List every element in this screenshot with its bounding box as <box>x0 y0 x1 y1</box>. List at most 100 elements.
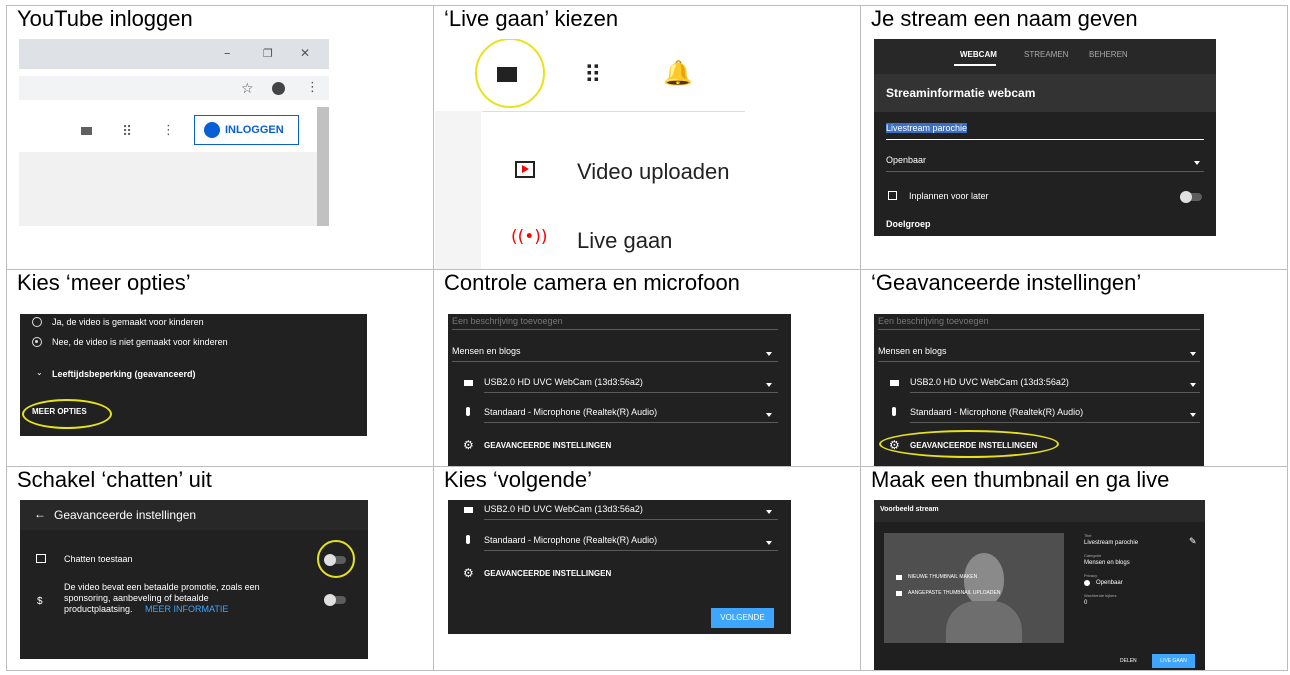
bell-icon[interactable]: 🔔 <box>663 59 693 87</box>
go-live-item[interactable]: Live gaan <box>577 228 672 254</box>
cell-title: ‘Live gaan’ kiezen <box>444 6 619 31</box>
more-options-button[interactable]: MEER OPTIES <box>32 407 87 416</box>
caret-down-icon <box>766 413 772 417</box>
allow-chat-toggle[interactable] <box>324 554 346 566</box>
microphone-icon <box>466 535 470 544</box>
restore-button[interactable]: ❐ <box>263 47 273 60</box>
back-arrow-icon[interactable]: ← <box>34 507 46 521</box>
category-select[interactable]: Mensen en blogs <box>878 346 947 356</box>
video-camera-icon[interactable] <box>81 127 92 135</box>
screenshot-advanced-settings: Een beschrijving toevoegen Mensen en blo… <box>874 314 1204 466</box>
camera-select[interactable]: USB2.0 HD UVC WebCam (13d3:56a2) <box>484 504 643 514</box>
more-icon[interactable]: ⋮ <box>306 80 319 95</box>
tab-streamen[interactable]: STREAMEN <box>1024 50 1068 59</box>
camera-select[interactable]: USB2.0 HD UVC WebCam (13d3:56a2) <box>484 377 643 387</box>
schedule-toggle[interactable] <box>1180 191 1202 203</box>
waiting-viewers-label: Wachtende kijkers <box>1084 593 1117 598</box>
microphone-select[interactable]: Standaard - Microphone (Realtek(R) Audio… <box>484 407 657 417</box>
chevron-down-icon: ⌄ <box>36 368 43 377</box>
user-circle-icon <box>204 122 220 138</box>
microphone-select[interactable]: Standaard - Microphone (Realtek(R) Audio… <box>484 535 657 545</box>
caret-down-icon <box>766 352 772 356</box>
go-live-button[interactable]: LIVE GAAN <box>1152 654 1195 668</box>
cell-title: Kies ‘meer opties’ <box>17 270 191 295</box>
tab-underline <box>954 64 996 66</box>
cell-title: Je stream een naam geven <box>871 6 1138 31</box>
title-label: Titel <box>1084 533 1092 538</box>
microphone-icon <box>892 407 896 416</box>
webcam-preview: NIEUWE THUMBNAIL MAKEN AANGEPASTE THUMBN… <box>884 533 1064 643</box>
create-video-icon[interactable] <box>497 67 517 82</box>
globe-icon <box>1084 580 1090 586</box>
cell-go-live: ‘Live gaan’ kiezen ⠿ 🔔 Video uploaden ((… <box>433 5 861 270</box>
caret-down-icon <box>1190 352 1196 356</box>
tab-webcam[interactable]: WEBCAM <box>960 50 997 59</box>
new-thumbnail-button[interactable]: NIEUWE THUMBNAIL MAKEN <box>908 574 977 580</box>
next-button[interactable]: VOLGENDE <box>711 608 774 628</box>
paid-promo-line-3: productplaatsing. <box>64 604 133 614</box>
screenshot-next: USB2.0 HD UVC WebCam (13d3:56a2) Standaa… <box>448 500 791 634</box>
cell-stream-name: Je stream een naam geven WEBCAM STREAMEN… <box>860 5 1288 270</box>
login-label: INLOGGEN <box>225 124 284 136</box>
paid-promo-toggle[interactable] <box>324 594 346 606</box>
radio-selected[interactable] <box>32 337 42 347</box>
more-vertical-icon[interactable]: ⋮ <box>162 123 175 138</box>
privacy-label: Privacy <box>1084 573 1098 578</box>
star-icon[interactable]: ☆ <box>241 81 254 97</box>
stream-preview-heading: Voorbeeld stream <box>880 506 939 513</box>
description-input[interactable]: Een beschrijving toevoegen <box>878 316 989 326</box>
advanced-settings-heading: Geavanceerde instellingen <box>54 508 197 522</box>
cell-more-options: Kies ‘meer opties’ Ja, de video is gemaa… <box>6 269 434 467</box>
stream-title-input[interactable]: Livestream parochie <box>886 123 968 133</box>
audience-heading: Doelgroep <box>886 219 931 229</box>
gear-icon: ⚙ <box>889 438 900 452</box>
stream-info-heading: Streaminformatie webcam <box>886 86 1036 100</box>
screenshot-go-live: ⠿ 🔔 Video uploaden ((•)) Live gaan <box>435 39 745 269</box>
advanced-settings-button[interactable]: GEAVANCEERDE INSTELLINGEN <box>910 441 1037 450</box>
edit-pencil-icon[interactable]: ✎ <box>1189 536 1197 547</box>
waiting-viewers-value: 0 <box>1084 600 1088 606</box>
description-input[interactable]: Een beschrijving toevoegen <box>452 316 563 326</box>
chat-off-icon <box>36 554 46 563</box>
category-select[interactable]: Mensen en blogs <box>452 346 521 356</box>
scrollbar[interactable] <box>317 107 329 226</box>
microphone-select[interactable]: Standaard - Microphone (Realtek(R) Audio… <box>910 407 1083 417</box>
cell-title: Kies ‘volgende’ <box>444 467 592 492</box>
paid-promo-line-1: De video bevat een betaalde promotie, zo… <box>64 582 260 592</box>
caret-down-icon <box>1194 161 1200 165</box>
play-triangle-icon <box>522 165 529 173</box>
upload-thumbnail-button[interactable]: AANGEPASTE THUMBNAIL UPLOADEN <box>908 590 1000 596</box>
cell-thumbnail-live: Maak een thumbnail en ga live Voorbeeld … <box>860 466 1288 671</box>
screenshot-youtube-login: – ❐ ✕ ☆ ⋮ ⠿ ⋮ INLOGGEN <box>19 39 329 226</box>
advanced-settings-button[interactable]: GEAVANCEERDE INSTELLINGEN <box>484 569 611 578</box>
minimize-button[interactable]: – <box>224 46 231 61</box>
apps-grid-icon[interactable]: ⠿ <box>122 124 132 140</box>
close-button[interactable]: ✕ <box>300 46 310 60</box>
cell-camera-mic: Controle camera en microfoon Een beschri… <box>433 269 861 467</box>
allow-chat-label: Chatten toestaan <box>64 554 133 564</box>
age-restriction-toggle[interactable]: Leeftijdsbeperking (geavanceerd) <box>52 369 196 379</box>
camera-select[interactable]: USB2.0 HD UVC WebCam (13d3:56a2) <box>910 377 1069 387</box>
account-icon[interactable] <box>272 82 285 95</box>
cell-title: ‘Geavanceerde instellingen’ <box>871 270 1142 295</box>
category-label: Categorie <box>1084 553 1102 558</box>
upload-video-item[interactable]: Video uploaden <box>577 159 730 185</box>
tab-beheren[interactable]: BEHEREN <box>1089 50 1128 59</box>
advanced-settings-button[interactable]: GEAVANCEERDE INSTELLINGEN <box>484 441 611 450</box>
calendar-icon <box>888 191 897 200</box>
radio-unselected[interactable] <box>32 317 42 327</box>
cell-advanced-settings: ‘Geavanceerde instellingen’ Een beschrij… <box>860 269 1288 467</box>
paid-promo-line-2: sponsoring, aanbeveling of betaalde <box>64 593 209 603</box>
share-button[interactable]: DELEN <box>1120 658 1137 664</box>
screenshot-stream-info: WEBCAM STREAMEN BEHEREN Streaminformatie… <box>874 39 1216 236</box>
microphone-icon <box>466 407 470 416</box>
visibility-select[interactable]: Openbaar <box>886 155 926 165</box>
login-button[interactable]: INLOGGEN <box>194 115 299 145</box>
screenshot-stream-preview: Voorbeeld stream NIEUWE THUMBNAIL MAKEN … <box>874 500 1205 670</box>
cell-youtube-login: YouTube inloggen – ❐ ✕ ☆ ⋮ ⠿ ⋮ INLOGGEN <box>6 5 434 270</box>
more-info-link[interactable]: MEER INFORMATIE <box>145 604 228 614</box>
caret-down-icon <box>1190 413 1196 417</box>
screenshot-camera-mic: Een beschrijving toevoegen Mensen en blo… <box>448 314 791 466</box>
cell-title: Schakel ‘chatten’ uit <box>17 467 212 492</box>
apps-grid-icon[interactable]: ⠿ <box>584 61 602 89</box>
